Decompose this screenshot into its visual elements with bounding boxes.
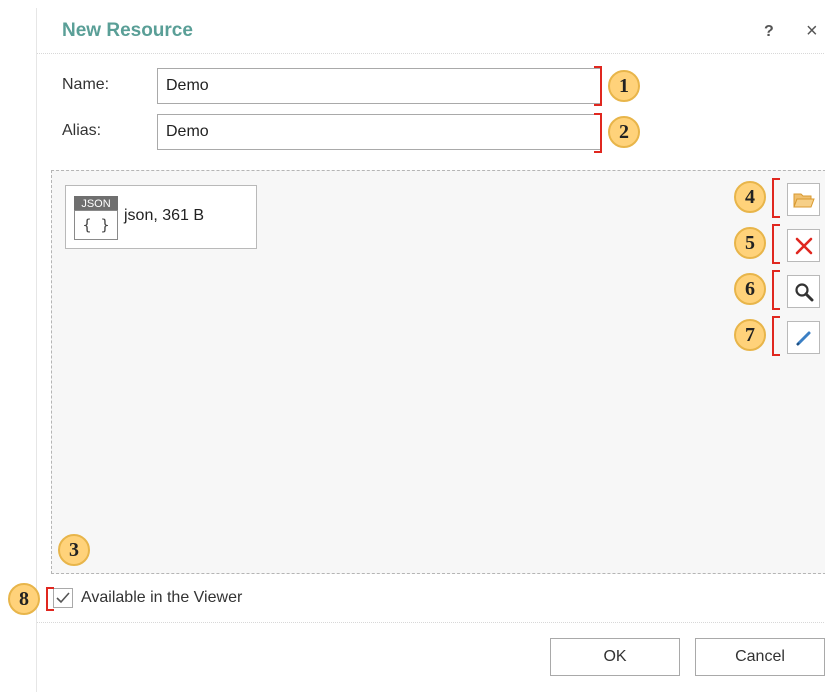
callout-8: 8 (8, 583, 40, 615)
callout-bracket-2 (594, 113, 602, 153)
callout-bracket-8 (46, 587, 54, 611)
callout-1: 1 (608, 70, 640, 102)
json-file-icon: JSON { } (74, 196, 118, 240)
dialog-title: New Resource (62, 20, 193, 41)
folder-open-icon (792, 193, 815, 207)
checkmark-icon (56, 592, 70, 604)
callout-7: 7 (734, 319, 766, 351)
open-file-button[interactable] (787, 183, 820, 216)
remove-button[interactable] (787, 229, 820, 262)
name-input[interactable] (157, 68, 602, 104)
callout-4: 4 (734, 181, 766, 213)
delete-icon (795, 237, 812, 254)
resource-panel[interactable]: JSON { } json, 361 B (51, 170, 825, 574)
callout-bracket-4 (772, 178, 780, 218)
resource-label: json, 361 B (124, 207, 205, 224)
help-button[interactable]: ? (764, 23, 774, 41)
edit-icon (795, 331, 810, 346)
name-label: Name: (62, 76, 110, 93)
search-icon (794, 282, 813, 301)
view-button[interactable] (787, 275, 820, 308)
callout-3: 3 (58, 534, 90, 566)
callout-5: 5 (734, 227, 766, 259)
callout-bracket-6 (772, 270, 780, 310)
resource-item[interactable]: JSON { } json, 361 B (65, 185, 257, 249)
callout-bracket-7 (772, 316, 780, 356)
callout-2: 2 (608, 116, 640, 148)
callout-6: 6 (734, 273, 766, 305)
edit-button[interactable] (787, 321, 820, 354)
callout-bracket-1 (594, 66, 602, 106)
footer-divider (37, 622, 825, 623)
json-braces: { } (74, 210, 118, 240)
new-resource-dialog: New Resource ? × Name: Alias: JSON { } j… (36, 8, 825, 692)
ok-button[interactable]: OK (550, 638, 680, 676)
cancel-button[interactable]: Cancel (695, 638, 825, 676)
available-in-viewer-label: Available in the Viewer (81, 589, 243, 606)
available-in-viewer-checkbox[interactable] (53, 588, 73, 608)
alias-input[interactable] (157, 114, 602, 150)
close-button[interactable]: × (806, 20, 818, 43)
alias-label: Alias: (62, 122, 102, 139)
dialog-title-bar: New Resource ? × (37, 8, 825, 54)
callout-bracket-5 (772, 224, 780, 264)
